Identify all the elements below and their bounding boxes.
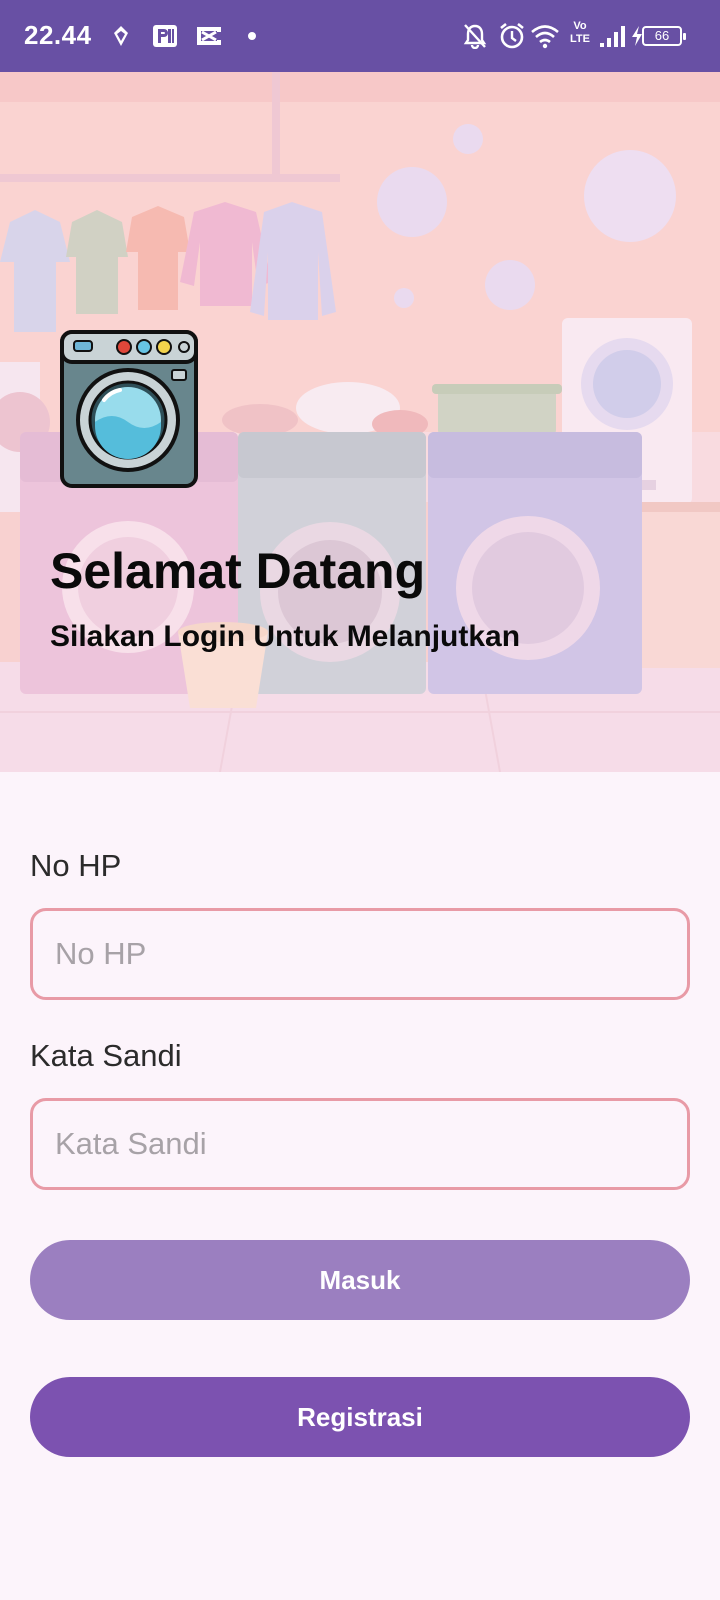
phone-label: No HP [30,848,122,883]
signal-icon [598,20,628,52]
location-arrow-icon [110,20,132,52]
washing-machine-icon [60,330,200,490]
hero-banner: Selamat Datang Silakan Login Untuk Melan… [0,72,720,772]
battery-icon: 66 [642,26,686,46]
login-button[interactable]: Masuk [30,1240,690,1320]
wifi-icon [528,20,562,52]
capcut-icon [192,20,226,52]
notification-dot-icon [246,20,258,52]
phone-input[interactable] [30,908,690,1000]
bell-off-icon [460,20,490,52]
parking-app-icon [150,20,180,52]
password-label: Kata Sandi [30,1038,182,1073]
password-input[interactable] [30,1098,690,1190]
status-time: 22.44 [24,20,92,50]
welcome-subtitle: Silakan Login Untuk Melanjutkan [50,620,521,653]
alarm-icon [496,20,528,52]
status-bar: 22.44 Vo LTE 66 [0,0,720,72]
volte-top-label: Vo [573,20,587,32]
welcome-title: Selamat Datang [50,543,426,599]
volte-icon: Vo LTE [568,20,592,52]
register-button[interactable]: Registrasi [30,1377,690,1457]
volte-bottom-label: LTE [570,33,590,45]
battery-level: 66 [654,28,670,43]
